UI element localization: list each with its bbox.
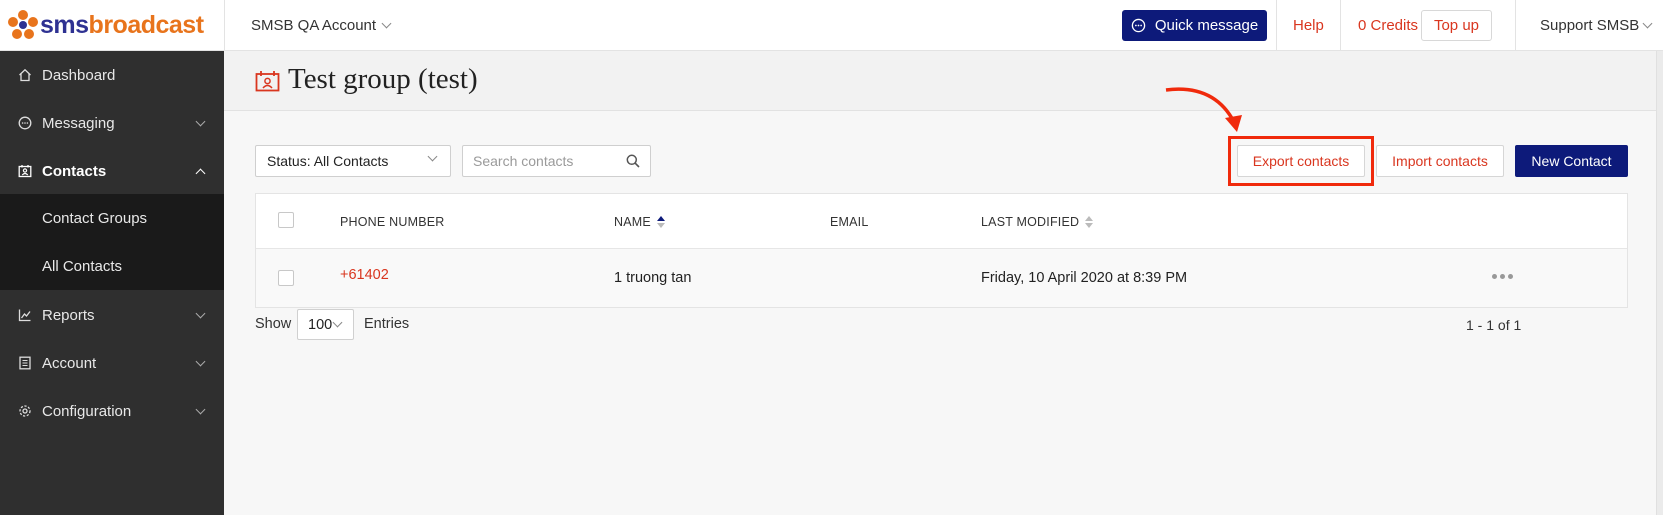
chevron-down-icon [332, 317, 343, 328]
home-icon [19, 68, 31, 82]
entries-per-page-select[interactable]: 100 [297, 309, 354, 340]
contacts-submenu: Contact Groups All Contacts [0, 194, 224, 290]
brand-wordmark: smsbroadcast [40, 11, 204, 39]
support-menu[interactable]: Support SMSB [1540, 0, 1653, 51]
sidebar-item-contacts[interactable]: Contacts [0, 147, 224, 195]
chat-icon [18, 116, 32, 130]
top-bar: smsbroadcast SMSB QA Account Quick messa… [0, 0, 1663, 51]
chart-icon [18, 309, 31, 322]
phone-number-link[interactable]: +61402 [340, 246, 389, 304]
divider [1276, 0, 1277, 51]
import-contacts-button[interactable]: Import contacts [1376, 145, 1504, 177]
table-header: PHONE NUMBER NAME EMAIL LAST MODIFIED [256, 194, 1627, 249]
search-field [462, 145, 651, 177]
contact-group-icon [255, 71, 280, 92]
column-email[interactable]: EMAIL [830, 194, 869, 249]
last-modified: Friday, 10 April 2020 at 8:39 PM [981, 270, 1188, 286]
search-input[interactable] [463, 146, 623, 176]
chevron-down-icon [381, 18, 392, 29]
row-checkbox[interactable] [278, 270, 294, 286]
column-last-modified[interactable]: LAST MODIFIED [981, 194, 1094, 249]
sidebar-item-account[interactable]: Account [0, 339, 224, 387]
status-filter-select[interactable]: Status: All Contacts [255, 145, 451, 177]
chevron-down-icon [195, 356, 206, 367]
chevron-up-icon [195, 168, 206, 179]
brand-logo[interactable]: smsbroadcast [0, 0, 224, 51]
flower-logo-icon [8, 9, 38, 39]
help-link[interactable]: Help [1293, 0, 1324, 51]
chevron-down-icon [195, 404, 206, 415]
sort-asc-icon [656, 215, 665, 228]
document-icon [19, 356, 31, 370]
new-contact-button[interactable]: New Contact [1515, 145, 1628, 177]
sidebar-item-configuration[interactable]: Configuration [0, 387, 224, 435]
export-contacts-button[interactable]: Export contacts [1237, 145, 1365, 177]
annotation-arrow-icon [1165, 87, 1242, 132]
table-row[interactable]: +61402 1 truong tan Friday, 10 April 202… [256, 249, 1627, 307]
sort-icon [1085, 215, 1094, 228]
gear-icon [19, 405, 31, 417]
divider [1340, 0, 1341, 51]
main-content: Test group (test) Status: All Contacts E… [224, 51, 1656, 515]
user-name: Support SMSB [1540, 17, 1640, 34]
column-name[interactable]: NAME [614, 194, 665, 249]
account-name: SMSB QA Account [251, 17, 377, 34]
show-label: Show [255, 316, 292, 332]
sidebar-item-dashboard[interactable]: Dashboard [0, 51, 224, 99]
sidebar: Dashboard Messaging Contacts Contact Gro… [0, 51, 224, 515]
column-phone-number[interactable]: PHONE NUMBER [340, 194, 445, 249]
sidebar-item-reports[interactable]: Reports [0, 291, 224, 339]
contacts-table: PHONE NUMBER NAME EMAIL LAST MODIFIED +6… [255, 193, 1628, 308]
contacts-icon [18, 165, 32, 178]
contact-name: 1 truong tan [614, 270, 692, 286]
sidebar-item-all-contacts[interactable]: All Contacts [0, 242, 224, 290]
more-options-icon[interactable] [1492, 274, 1513, 279]
chevron-down-icon [195, 308, 206, 319]
select-all-checkbox[interactable] [278, 212, 294, 228]
top-up-button[interactable]: Top up [1421, 10, 1492, 41]
pagination-range: 1 - 1 of 1 [1466, 317, 1522, 333]
quick-message-button[interactable]: Quick message [1122, 10, 1267, 41]
page-scrollbar[interactable] [1656, 51, 1663, 515]
chat-bubble-icon [1131, 18, 1146, 33]
account-switcher[interactable]: SMSB QA Account [251, 0, 392, 51]
credits-balance[interactable]: 0 Credits [1358, 0, 1418, 51]
search-icon[interactable] [626, 154, 640, 168]
divider [1515, 0, 1516, 51]
chevron-down-icon [427, 151, 438, 162]
page-header: Test group (test) [224, 51, 1656, 111]
divider [224, 0, 225, 51]
page-title: Test group (test) [288, 63, 478, 95]
chevron-down-icon [195, 116, 206, 127]
sidebar-item-contact-groups[interactable]: Contact Groups [0, 194, 224, 242]
chevron-down-icon [1642, 18, 1653, 29]
sidebar-item-messaging[interactable]: Messaging [0, 99, 224, 147]
entries-label: Entries [364, 316, 410, 332]
